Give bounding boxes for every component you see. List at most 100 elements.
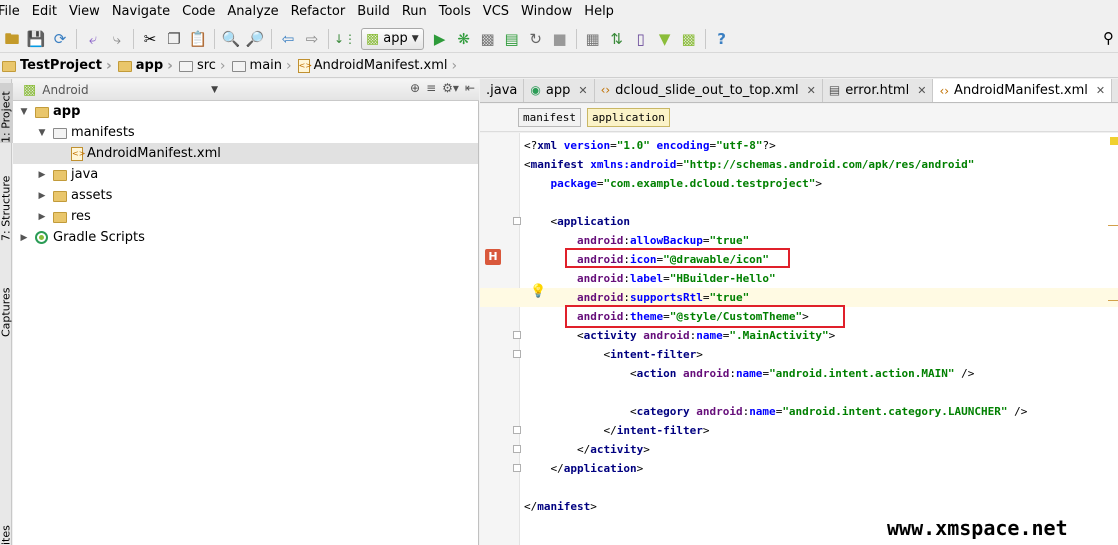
code-line[interactable]: </activity> (524, 440, 650, 459)
tree-item-java[interactable]: ▶ java (13, 164, 478, 185)
redo-icon[interactable]: ⤷ (107, 29, 127, 49)
menu-run[interactable]: Run (396, 0, 433, 24)
menu-view[interactable]: View (63, 0, 106, 24)
collapsed-arrow-icon[interactable]: ▶ (37, 212, 47, 222)
editor-tab-error-html[interactable]: ▤ error.html ✕ (822, 79, 934, 102)
xml-crumb-application[interactable]: application (586, 108, 670, 127)
menu-refactor[interactable]: Refactor (285, 0, 352, 24)
menu-build[interactable]: Build (351, 0, 396, 24)
sync-icon[interactable]: ⟳ (50, 29, 70, 49)
tree-item-androidmanifest-xml[interactable]: <> AndroidManifest.xml (13, 143, 478, 164)
menu-window[interactable]: Window (515, 0, 578, 24)
close-tab-icon[interactable]: ✕ (1096, 84, 1105, 97)
menu-analyze[interactable]: Analyze (221, 0, 284, 24)
debug-icon[interactable]: ❋ (454, 29, 474, 49)
menu-file[interactable]: File (0, 0, 26, 24)
stripe-marker[interactable] (1108, 300, 1118, 301)
expanded-arrow-icon[interactable]: ▼ (19, 107, 29, 117)
tree-item-manifests[interactable]: ▼ manifests (13, 122, 478, 143)
code-line[interactable]: <?xml version="1.0" encoding="utf-8"?> (524, 136, 776, 155)
warning-marker[interactable] (1110, 137, 1118, 145)
code-line[interactable]: <category android:name="android.intent.c… (524, 402, 1027, 421)
collapsed-arrow-icon[interactable]: ▶ (37, 191, 47, 201)
code-line[interactable]: <intent-filter> (524, 345, 702, 364)
menu-navigate[interactable]: Navigate (106, 0, 176, 24)
tab-overflow-button[interactable]: ∁1 (1112, 79, 1118, 102)
avd-manager-icon[interactable]: ▯ (631, 29, 651, 49)
xml-crumb-manifest[interactable]: manifest (518, 108, 581, 127)
forward-icon[interactable]: ⇨ (302, 29, 322, 49)
intention-bulb-icon[interactable]: 💡 (530, 284, 546, 299)
breadcrumb-module[interactable]: app › (116, 54, 177, 78)
code-line[interactable]: <application (524, 212, 630, 231)
help-icon[interactable]: ? (712, 29, 732, 49)
locate-icon[interactable]: ⊕ (410, 81, 420, 95)
android-monitor-icon[interactable]: ▩ (679, 29, 699, 49)
code-line[interactable]: </intent-filter> (524, 421, 709, 440)
stop-icon[interactable]: ■ (550, 29, 570, 49)
settings-gear-icon[interactable]: ⚙▾ (442, 81, 459, 95)
search-everywhere-icon[interactable]: ⚲ (1103, 29, 1114, 47)
collapsed-arrow-icon[interactable]: ▶ (19, 233, 29, 243)
toolbar-separator (328, 28, 329, 49)
menu-help[interactable]: Help (578, 0, 620, 24)
code-area[interactable]: <?xml version="1.0" encoding="utf-8"?> <m… (480, 133, 1118, 545)
tool-tab-structure[interactable]: 7: Structure (0, 171, 13, 241)
code-editor[interactable]: H <?xml version="1.0" encoding="utf-8"?>… (480, 133, 1118, 545)
close-tab-icon[interactable]: ✕ (917, 84, 926, 97)
undo-icon[interactable]: ⤶ (83, 29, 103, 49)
back-icon[interactable]: ⇦ (278, 29, 298, 49)
save-icon[interactable]: 💾 (26, 29, 46, 49)
breadcrumb-project[interactable]: TestProject › (0, 54, 116, 78)
breadcrumb-src[interactable]: src › (177, 54, 230, 78)
run-icon[interactable]: ▶ (430, 29, 450, 49)
copy-icon[interactable]: ❐ (164, 29, 184, 49)
sdk-manager-icon[interactable]: ▼ (655, 29, 675, 49)
tree-item-res[interactable]: ▶ res (13, 206, 478, 227)
code-line[interactable]: <manifest xmlns:android="http://schemas.… (524, 155, 974, 174)
run-configuration-select[interactable]: ▩ app ▼ (361, 27, 424, 50)
stripe-marker[interactable] (1108, 225, 1118, 226)
find-icon[interactable]: 🔍 (221, 29, 241, 49)
project-view-select[interactable]: ▩ Android ▼ (13, 79, 218, 101)
tree-item-app[interactable]: ▼ app (13, 101, 478, 122)
make-project-icon[interactable]: ↓⋮ (334, 29, 356, 49)
tool-tab-favorites[interactable]: ites (0, 523, 13, 545)
collapse-all-icon[interactable]: ≡ (426, 81, 436, 95)
menu-edit[interactable]: Edit (26, 0, 63, 24)
tree-item-gradle-scripts[interactable]: ▶ Gradle Scripts (13, 227, 478, 248)
code-line[interactable]: </manifest> (524, 497, 597, 516)
menu-tools[interactable]: Tools (433, 0, 477, 24)
project-structure-icon[interactable]: ▦ (583, 29, 603, 49)
code-line[interactable]: package="com.example.dcloud.testproject"… (524, 174, 823, 193)
apply-changes-icon[interactable]: ↻ (526, 29, 546, 49)
expanded-arrow-icon[interactable]: ▼ (37, 128, 47, 138)
cut-icon[interactable]: ✂ (140, 29, 160, 49)
editor-tab-androidmanifest-xml[interactable]: ‹› AndroidManifest.xml ✕ (933, 79, 1113, 102)
collapsed-arrow-icon[interactable]: ▶ (37, 170, 47, 180)
open-folder-icon[interactable]: 🖿 (2, 29, 22, 49)
replace-icon[interactable]: 🔎 (245, 29, 265, 49)
code-line[interactable]: android:label="HBuilder-Hello" (524, 269, 776, 288)
close-tab-icon[interactable]: ✕ (807, 84, 816, 97)
close-tab-icon[interactable]: ✕ (578, 84, 587, 97)
menu-code[interactable]: Code (176, 0, 221, 24)
sync-gradle-icon[interactable]: ⇅ (607, 29, 627, 49)
code-line[interactable]: <activity android:name=".MainActivity"> (524, 326, 835, 345)
breadcrumb-main[interactable]: main › (230, 54, 296, 78)
editor-tab--java[interactable]: .java (480, 79, 525, 102)
tool-tab-project[interactable]: 1: Project (0, 83, 13, 143)
profile-icon[interactable]: ▤ (502, 29, 522, 49)
html-marker-icon[interactable]: H (485, 249, 501, 265)
code-line[interactable]: <action android:name="android.intent.act… (524, 364, 974, 383)
hide-panel-icon[interactable]: ⇤ (465, 81, 475, 95)
editor-tab-dcloud-slide-out-to-top-xml[interactable]: ‹› dcloud_slide_out_to_top.xml ✕ (594, 79, 823, 102)
code-line[interactable]: </application> (524, 459, 643, 478)
attach-debugger-icon[interactable]: ▩ (478, 29, 498, 49)
editor-tab-app[interactable]: ◉ app ✕ (524, 79, 595, 102)
tree-item-assets[interactable]: ▶ assets (13, 185, 478, 206)
paste-icon[interactable]: 📋 (188, 29, 208, 49)
tool-tab-captures[interactable]: Captures (0, 267, 13, 337)
menu-vcs[interactable]: VCS (477, 0, 515, 24)
breadcrumb-file[interactable]: <> AndroidManifest.xml › (296, 54, 461, 78)
